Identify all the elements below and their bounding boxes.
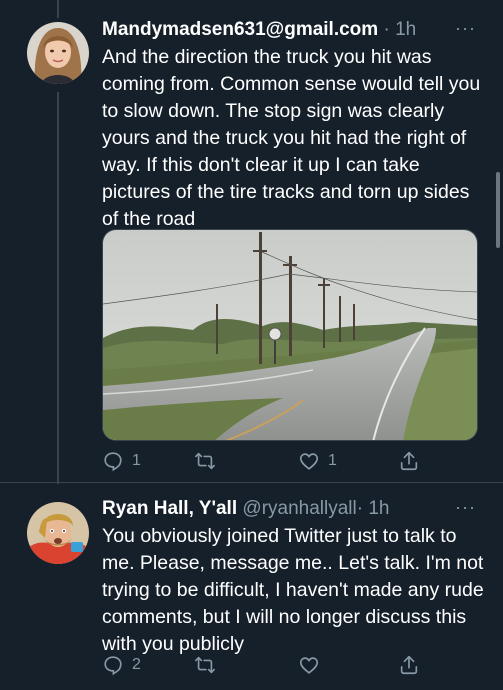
share-icon [400,655,418,675]
tweet-2[interactable]: Ryan Hall, Y'all @ryanhallyall· 1h ··· Y… [0,483,503,690]
share-button[interactable] [398,654,420,676]
display-name[interactable]: Mandymadsen631@gmail.com [102,19,378,40]
timestamp[interactable]: 1h [395,19,416,40]
reply-count: 2 [132,656,141,673]
user-handle[interactable]: @ryanhallyall [242,498,356,519]
retweet-button[interactable] [194,450,216,472]
separator: · [356,498,364,519]
retweet-icon [195,452,215,470]
tweet-text: You obviously joined Twitter just to tal… [102,523,487,658]
retweet-icon [195,656,215,674]
tweet-photo[interactable] [102,229,478,441]
like-count: 1 [328,452,337,469]
reply-count: 1 [132,452,141,469]
avatar-ryan[interactable] [27,502,89,564]
retweet-button[interactable] [194,654,216,676]
tweet-actions: 2 [102,654,482,682]
like-icon [299,453,319,470]
reply-icon [104,656,122,676]
tweet-text-content: You obviously joined Twitter just to tal… [102,525,484,655]
timestamp[interactable]: 1h [368,498,389,519]
more-icon[interactable]: ··· [455,497,476,518]
reply-icon [104,452,122,472]
reply-button[interactable]: 1 [102,450,141,472]
tweet-actions: 1 1 [102,450,482,478]
tweet-text: And the direction the truck you hit was … [102,44,487,233]
tweet-1[interactable]: Mandymadsen631@gmail.com · 1h ··· And th… [0,0,503,482]
tweet-header: Ryan Hall, Y'all @ryanhallyall· 1h [102,497,390,521]
reply-button[interactable]: 2 [102,654,141,676]
more-icon[interactable]: ··· [455,18,476,39]
like-button[interactable]: 1 [298,450,337,472]
separator: · [383,19,390,40]
share-icon [400,451,418,471]
like-button[interactable] [298,654,320,676]
like-icon [299,657,319,674]
scrollbar[interactable] [496,172,500,248]
tweet-text-content: And the direction the truck you hit was … [102,46,481,230]
avatar-mandy[interactable] [27,22,89,84]
tweet-header: Mandymadsen631@gmail.com · 1h [102,18,416,42]
road-photo [103,230,477,440]
share-button[interactable] [398,450,420,472]
display-name[interactable]: Ryan Hall, Y'all [102,498,237,519]
